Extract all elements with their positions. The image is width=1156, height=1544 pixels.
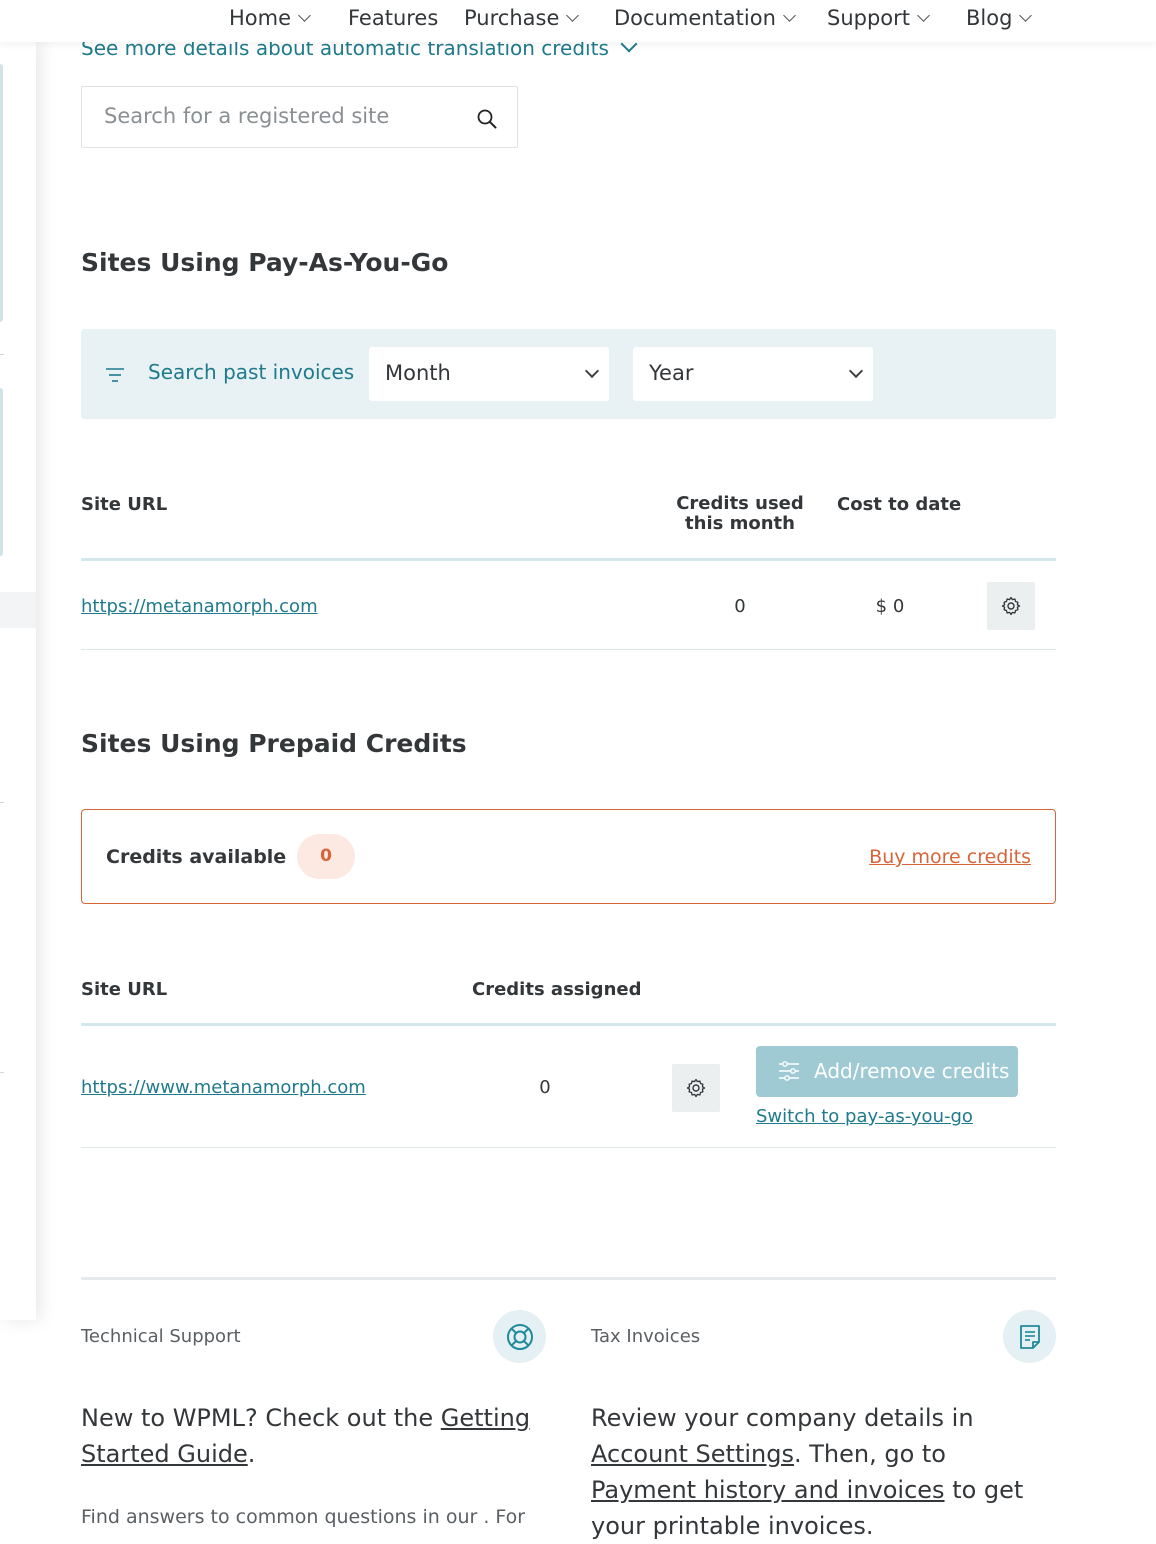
- credits-available-label: Credits available: [106, 846, 287, 868]
- year-select-value: Year: [649, 361, 694, 385]
- sidebar-divider: [0, 802, 4, 803]
- search-past-invoices-label[interactable]: Search past invoices: [148, 360, 354, 384]
- sidebar-highlight: [0, 64, 3, 322]
- lifebuoy-icon: [493, 1310, 546, 1363]
- top-navigation: Home Features Purchase Documentation Sup…: [0, 0, 1156, 42]
- column-header-site-url: Site URL: [81, 979, 168, 1000]
- row-divider: [81, 649, 1056, 650]
- nav-blog[interactable]: Blog: [966, 0, 1033, 36]
- nav-label: Features: [348, 6, 439, 30]
- account-settings-link[interactable]: Account Settings: [591, 1440, 794, 1468]
- chevron-down-icon: [917, 9, 930, 22]
- nav-purchase[interactable]: Purchase: [464, 0, 580, 36]
- column-header-cost: Cost to date: [837, 494, 962, 515]
- chevron-down-icon: [566, 9, 580, 22]
- site-settings-button[interactable]: [987, 582, 1035, 630]
- gear-icon: [1001, 596, 1021, 616]
- search-icon[interactable]: [477, 109, 497, 129]
- year-select[interactable]: Year: [633, 347, 873, 401]
- column-header-credits-used: Credits used this month: [676, 493, 804, 534]
- sidebar-active-item[interactable]: [0, 592, 36, 628]
- nav-label: Home: [229, 6, 292, 30]
- table-header-divider: [81, 558, 1056, 561]
- column-header-credits-assigned: Credits assigned: [472, 979, 642, 1000]
- nav-features[interactable]: Features: [348, 0, 438, 36]
- chevron-down-icon: [1019, 9, 1033, 22]
- cost-to-date-value: $ 0: [875, 596, 905, 617]
- nav-label: Blog: [966, 6, 1013, 30]
- site-search-input[interactable]: Search for a registered site: [81, 86, 518, 148]
- column-header-site-url: Site URL: [81, 494, 168, 515]
- buy-more-credits-link[interactable]: Buy more credits: [869, 846, 1031, 868]
- invoice-icon: [1003, 1310, 1056, 1363]
- support-text: New to WPML? Check out the: [81, 1404, 441, 1432]
- footer-divider: [81, 1277, 1056, 1280]
- payment-history-link[interactable]: Payment history and invoices: [591, 1476, 945, 1504]
- site-url-link[interactable]: https://metanamorph.com: [81, 596, 318, 617]
- row-divider: [81, 1147, 1056, 1148]
- filter-icon: [106, 368, 124, 382]
- site-settings-button[interactable]: [672, 1064, 720, 1112]
- search-placeholder: Search for a registered site: [104, 104, 390, 128]
- chevron-down-icon: [848, 363, 864, 379]
- sliders-icon: [779, 1061, 799, 1081]
- tax-invoices-text: Review your company details in Account S…: [591, 1400, 1056, 1544]
- add-remove-credits-button[interactable]: Add/remove credits: [756, 1046, 1018, 1097]
- chevron-down-icon: [298, 9, 311, 22]
- tax-text: . Then, go to: [793, 1440, 946, 1468]
- prepaid-heading: Sites Using Prepaid Credits: [81, 729, 467, 758]
- gear-icon: [686, 1078, 706, 1098]
- nav-home[interactable]: Home: [229, 0, 311, 36]
- table-header-divider: [81, 1023, 1056, 1026]
- month-select-value: Month: [385, 361, 451, 385]
- credits-used-value: 0: [734, 596, 746, 617]
- chevron-down-icon: [783, 9, 796, 22]
- sidebar-highlight: [0, 388, 3, 556]
- technical-support-title: Technical Support: [81, 1326, 241, 1347]
- tax-invoices-title: Tax Invoices: [591, 1326, 701, 1347]
- credits-count-badge: 0: [297, 834, 355, 879]
- credits-available-box: Credits available 0 Buy more credits: [81, 809, 1056, 904]
- sidebar-panel: [0, 40, 36, 1320]
- support-faq-text: Find answers to common questions in our …: [81, 1506, 526, 1528]
- nav-label: Support: [827, 6, 911, 30]
- nav-label: Documentation: [614, 6, 776, 30]
- credits-assigned-value: 0: [539, 1077, 551, 1098]
- add-remove-credits-label: Add/remove credits: [814, 1059, 1010, 1083]
- tax-text: Review your company details in: [591, 1404, 974, 1432]
- chevron-down-icon: [584, 363, 600, 379]
- getting-started-text: New to WPML? Check out the Getting Start…: [81, 1400, 546, 1472]
- invoice-filter-bar: Search past invoices Month Year: [81, 329, 1056, 419]
- month-select[interactable]: Month: [369, 347, 609, 401]
- nav-label: Purchase: [464, 6, 560, 30]
- payg-heading: Sites Using Pay-As-You-Go: [81, 248, 449, 277]
- switch-to-payg-link[interactable]: Switch to pay-as-you-go: [756, 1106, 973, 1127]
- support-text-suffix: .: [247, 1440, 256, 1468]
- nav-documentation[interactable]: Documentation: [614, 0, 796, 36]
- site-url-link[interactable]: https://www.metanamorph.com: [81, 1077, 366, 1098]
- nav-support[interactable]: Support: [827, 0, 930, 36]
- sidebar-divider: [0, 354, 4, 355]
- sidebar-divider: [0, 1072, 4, 1073]
